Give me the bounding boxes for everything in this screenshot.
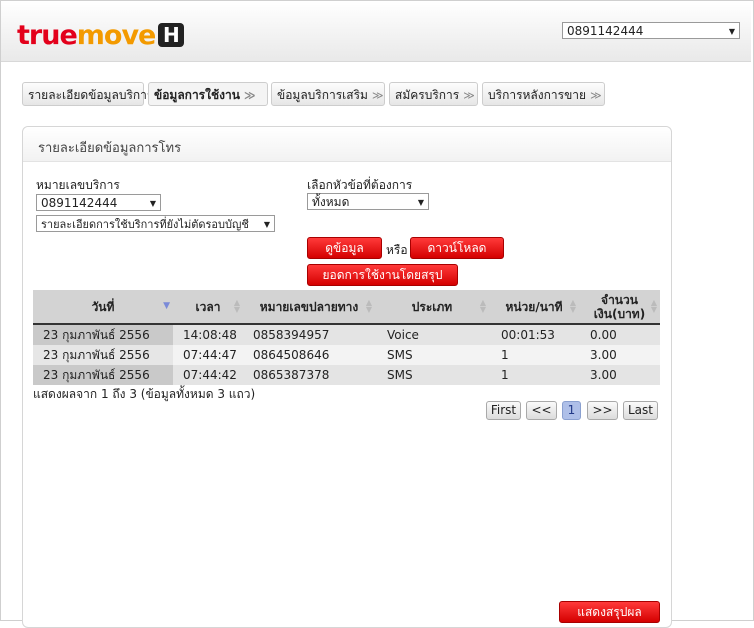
table-row[interactable]: 23 กุมภาพันธ์ 2556 07:44:42 0865387378 S… bbox=[33, 365, 660, 385]
last-page-button[interactable]: Last bbox=[623, 401, 658, 420]
tab-value-added-services[interactable]: ข้อมูลบริการเสริม ≫ bbox=[271, 82, 385, 106]
table-header: วันที่ ▼ เวลา ▲ ▼ หมายเลขปลายทาง ▲ ▼ ประเภ… bbox=[33, 290, 660, 325]
column-label: หมายเลขปลายทาง bbox=[259, 299, 359, 314]
panel-header: รายละเอียดข้อมูลการโทร bbox=[23, 127, 671, 162]
chevron-down-icon: ▼ bbox=[149, 199, 156, 208]
cell-date: 23 กุมภาพันธ์ 2556 bbox=[33, 325, 173, 345]
cell-type: Voice bbox=[387, 328, 419, 342]
double-chevron-down-icon: ≫ bbox=[590, 89, 602, 102]
double-chevron-down-icon: ≫ bbox=[371, 89, 384, 102]
cell-date: 23 กุมภาพันธ์ 2556 bbox=[33, 365, 173, 385]
sort-icon: ▲ ▼ bbox=[650, 298, 657, 314]
next-page-button[interactable]: >> bbox=[587, 401, 618, 420]
logo-h-badge: H bbox=[158, 23, 185, 47]
topic-value: ทั้งหมด bbox=[312, 195, 350, 209]
topic-select[interactable]: ทั้งหมด ▼ bbox=[307, 193, 429, 210]
column-date[interactable]: วันที่ ▼ bbox=[33, 290, 173, 323]
sort-icon: ▲ ▼ bbox=[233, 298, 240, 314]
double-chevron-down-icon: ≫ bbox=[463, 89, 475, 102]
cell-amount: 0.00 bbox=[590, 328, 617, 342]
cell-type: SMS bbox=[387, 368, 413, 382]
column-label-line1: จำนวน bbox=[601, 292, 638, 307]
column-label: ประเภท bbox=[411, 299, 453, 314]
number-select-value: 0891142444 bbox=[567, 24, 644, 38]
logo-move-text: move bbox=[76, 20, 157, 51]
download-button[interactable]: ดาวน์โหลด bbox=[410, 237, 504, 259]
service-number-value: 0891142444 bbox=[41, 196, 118, 210]
current-page-button[interactable]: 1 bbox=[562, 401, 581, 420]
column-type[interactable]: ประเภท ▲ ▼ bbox=[375, 290, 489, 323]
cell-destination: 0865387378 bbox=[253, 368, 330, 382]
panel-title: รายละเอียดข้อมูลการโทร bbox=[38, 141, 182, 156]
or-text: หรือ bbox=[386, 243, 408, 257]
results-summary-text: แสดงผลจาก 1 ถึง 3 (ข้อมูลทั้งหมด 3 แถว) bbox=[33, 387, 256, 401]
sort-icon: ▲ ▼ bbox=[569, 298, 576, 314]
call-details-panel: รายละเอียดข้อมูลการโทร หมายเลขบริการ 089… bbox=[22, 126, 672, 628]
tab-label: ข้อมูลบริการเสริม bbox=[277, 88, 368, 102]
detail-type-select[interactable]: รายละเอียดการใช้บริการที่ยังไม่ตัดรอบบัญ… bbox=[36, 215, 275, 232]
service-number-label: หมายเลขบริการ bbox=[36, 178, 120, 192]
sort-icon: ▲ ▼ bbox=[365, 298, 372, 314]
service-number-select[interactable]: 0891142444 ▼ bbox=[36, 194, 161, 211]
cell-amount: 3.00 bbox=[590, 348, 617, 362]
cell-type: SMS bbox=[387, 348, 413, 362]
cell-units: 1 bbox=[501, 368, 509, 382]
table-row[interactable]: 23 กุมภาพันธ์ 2556 07:44:47 0864508646 S… bbox=[33, 345, 660, 365]
chevron-down-icon: ▼ bbox=[263, 220, 270, 229]
tab-label: ข้อมูลการใช้งาน bbox=[154, 88, 240, 102]
cell-units: 00:01:53 bbox=[501, 328, 555, 342]
tab-service-details[interactable]: รายละเอียดข้อมูลบริการ bbox=[22, 82, 153, 106]
column-units-minutes[interactable]: หน่วย/นาที ▲ ▼ bbox=[489, 290, 579, 323]
column-amount[interactable]: จำนวน เงิน(บาท) ▲ ▼ bbox=[579, 290, 660, 323]
column-label: วันที่ bbox=[91, 299, 115, 314]
chevron-down-icon: ▼ bbox=[417, 198, 424, 207]
usage-summary-button[interactable]: ยอดการใช้งานโดยสรุป bbox=[307, 264, 458, 286]
cell-date: 23 กุมภาพันธ์ 2556 bbox=[33, 345, 173, 365]
truemove-h-logo[interactable]: truemove H bbox=[17, 20, 185, 51]
double-chevron-down-icon: ≫ bbox=[243, 89, 256, 102]
tab-label: รายละเอียดข้อมูลบริการ bbox=[28, 88, 154, 102]
sort-icon: ▲ ▼ bbox=[479, 298, 486, 314]
column-destination-number[interactable]: หมายเลขปลายทาง ▲ ▼ bbox=[243, 290, 375, 323]
detail-type-value: รายละเอียดการใช้บริการที่ยังไม่ตัดรอบบัญ… bbox=[41, 218, 249, 231]
tab-usage-info[interactable]: ข้อมูลการใช้งาน ≫ bbox=[148, 82, 268, 106]
first-page-button[interactable]: First bbox=[486, 401, 521, 420]
header-bar: truemove H 0891142444 ▼ bbox=[1, 1, 751, 62]
cell-time: 14:08:48 bbox=[183, 328, 237, 342]
sort-desc-icon: ▼ bbox=[163, 301, 170, 311]
tab-label: สมัครบริการ bbox=[395, 88, 460, 102]
view-data-button[interactable]: ดูข้อมูล bbox=[307, 237, 382, 259]
cell-time: 07:44:47 bbox=[183, 348, 237, 362]
cell-time: 07:44:42 bbox=[183, 368, 237, 382]
column-label: เวลา bbox=[195, 299, 221, 314]
cell-destination: 0864508646 bbox=[253, 348, 330, 362]
cell-units: 1 bbox=[501, 348, 509, 362]
column-time[interactable]: เวลา ▲ ▼ bbox=[173, 290, 243, 323]
cell-destination: 0858394957 bbox=[253, 328, 330, 342]
tab-subscribe-services[interactable]: สมัครบริการ ≫ bbox=[389, 82, 478, 106]
column-label-line2: เงิน(บาท) bbox=[593, 306, 646, 321]
show-summary-button[interactable]: แสดงสรุปผล bbox=[559, 601, 660, 623]
prev-page-button[interactable]: << bbox=[526, 401, 557, 420]
tab-label: บริการหลังการขาย bbox=[488, 88, 587, 102]
cell-amount: 3.00 bbox=[590, 368, 617, 382]
tab-after-sales-service[interactable]: บริการหลังการขาย ≫ bbox=[482, 82, 605, 106]
logo-true-text: true bbox=[17, 20, 78, 51]
chevron-down-icon: ▼ bbox=[728, 27, 735, 36]
column-label: หน่วย/นาที bbox=[505, 299, 563, 314]
table-row[interactable]: 23 กุมภาพันธ์ 2556 14:08:48 0858394957 V… bbox=[33, 325, 660, 345]
number-select[interactable]: 0891142444 ▼ bbox=[562, 22, 740, 39]
